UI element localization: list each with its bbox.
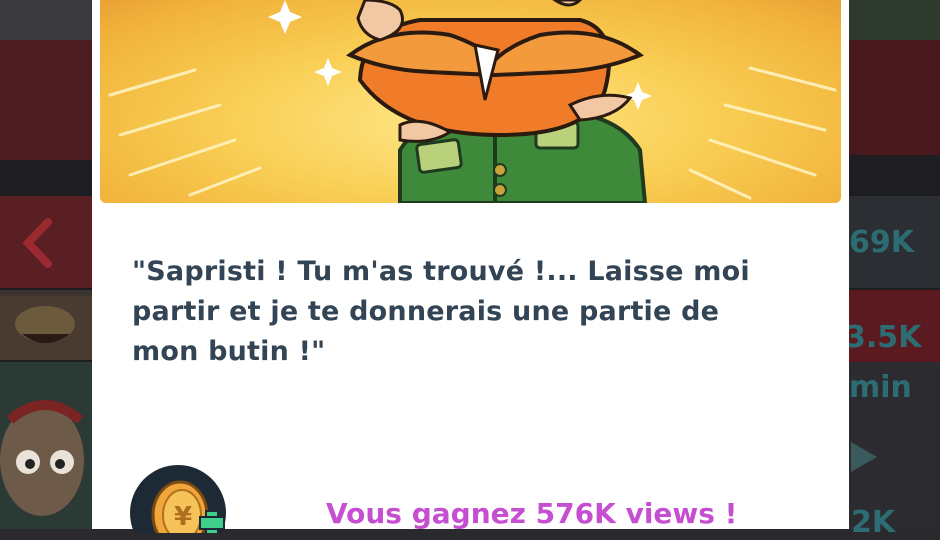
play-icon[interactable]: [849, 440, 879, 474]
back-arrow-icon: [22, 218, 52, 268]
character-art-banner: [100, 0, 841, 203]
stat-bottom: 2K: [851, 505, 896, 540]
background-left-panel: [0, 0, 95, 529]
background-right-panel: 69K 3.5K min 2K: [845, 0, 940, 540]
avatar-face-icon: [0, 296, 95, 360]
stat-views: 69K: [849, 225, 914, 260]
stat-time-unit: min: [849, 370, 912, 405]
reward-dialog: "Sapristi ! Tu m'as trouvé !... Laisse m…: [92, 0, 849, 533]
reward-message: Vous gagnez 576K views !: [326, 497, 738, 530]
stat-secondary: 3.5K: [845, 320, 922, 355]
coin-plus-icon: ¥: [130, 465, 226, 533]
character-quote: "Sapristi ! Tu m'as trouvé !... Laisse m…: [132, 256, 750, 367]
leprechaun-character-icon: [108, 0, 837, 203]
svg-text:¥: ¥: [174, 502, 192, 532]
avatar-character-icon: [0, 400, 84, 516]
